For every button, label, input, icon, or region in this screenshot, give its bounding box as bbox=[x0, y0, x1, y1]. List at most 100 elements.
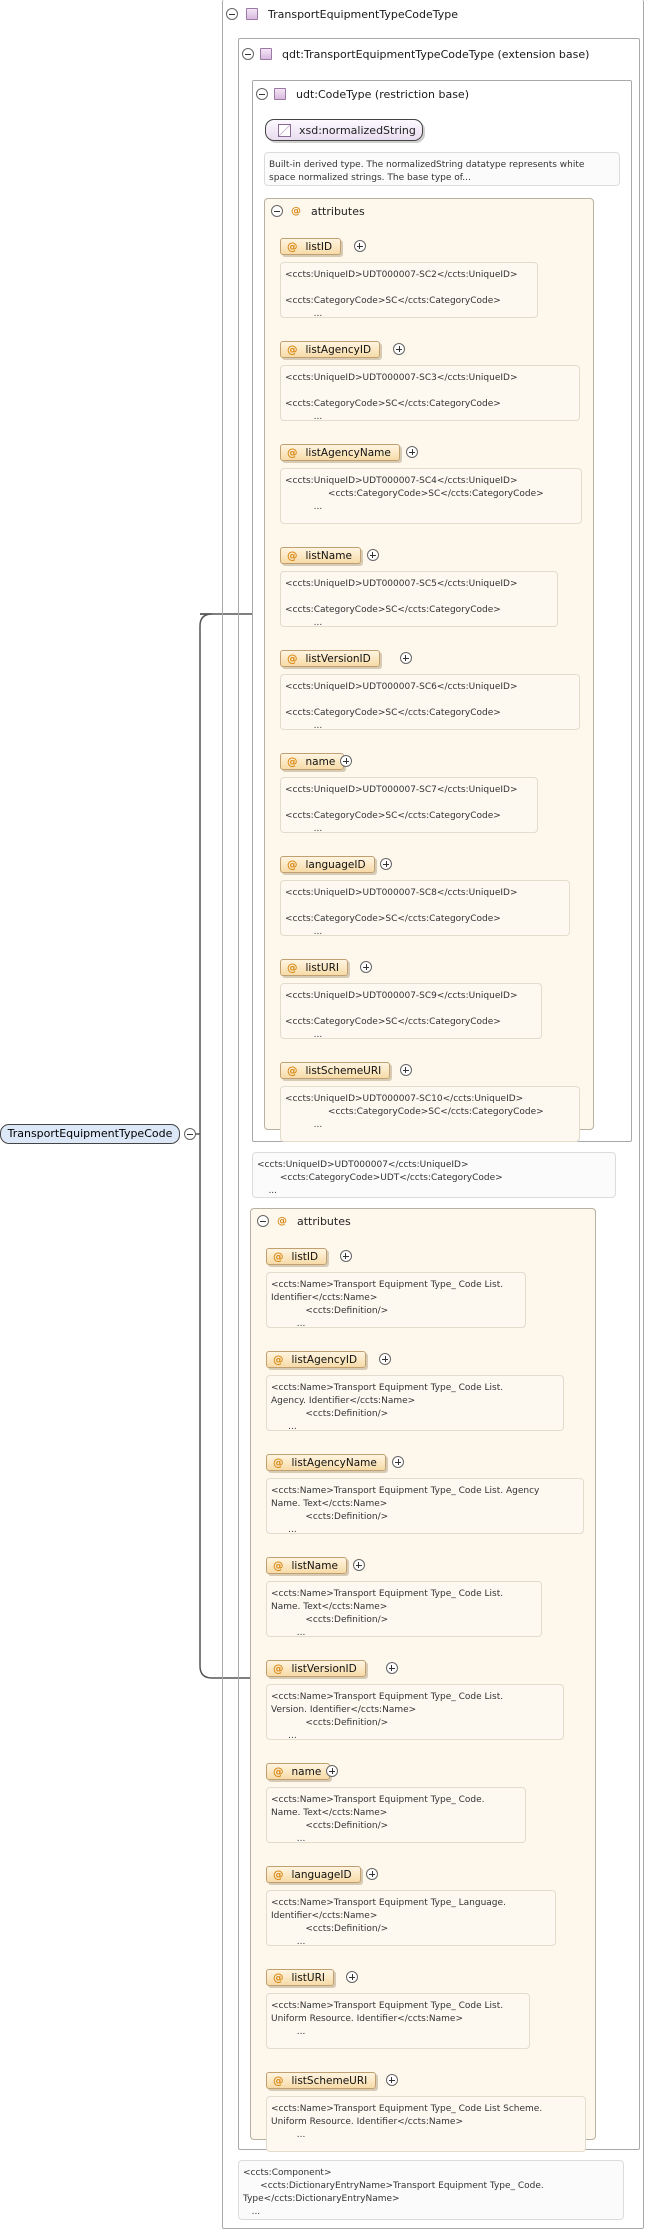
outer-attribute-listVersionID[interactable]: @ listVersionID bbox=[266, 1660, 366, 1677]
attribute-icon: @ bbox=[287, 446, 298, 459]
component-doc: <ccts:Component> <ccts:DictionaryEntryNa… bbox=[238, 2160, 624, 2220]
complex-type-collapse-toggle[interactable] bbox=[226, 8, 238, 20]
attribute-doc: <ccts:UniqueID>UDT000007-SC6</ccts:Uniqu… bbox=[280, 674, 580, 730]
attribute-doc: <ccts:Name>Transport Equipment Type_ Cod… bbox=[266, 1684, 564, 1740]
attribute-doc: <ccts:Name>Transport Equipment Type_ Cod… bbox=[266, 1375, 564, 1431]
outer-attribute-languageID[interactable]: @ languageID bbox=[266, 1866, 361, 1883]
attribute-doc: <ccts:UniqueID>UDT000007-SC7</ccts:Uniqu… bbox=[280, 777, 538, 833]
restriction-header: udt:CodeType (restriction base) bbox=[274, 86, 469, 102]
attribute-doc: <ccts:Name>Transport Equipment Type_ Cod… bbox=[266, 2096, 586, 2152]
attribute-doc: <ccts:Name>Transport Equipment Type_ Cod… bbox=[266, 1272, 526, 1328]
attribute-icon: @ bbox=[273, 1456, 284, 1469]
complex-type-icon bbox=[246, 8, 258, 20]
attribute-icon: @ bbox=[287, 961, 298, 974]
attribute-name: name bbox=[305, 755, 336, 768]
attribute-name: listAgencyName bbox=[305, 446, 391, 459]
outer-attribute-listURI[interactable]: @ listURI bbox=[266, 1969, 334, 1986]
attribute-name: listSchemeURI bbox=[305, 1064, 382, 1077]
extension-doc: <ccts:UniqueID>UDT000007</ccts:UniqueID>… bbox=[252, 1152, 616, 1198]
inner-attribute-listAgencyName[interactable]: @ listAgencyName bbox=[280, 444, 400, 461]
attribute-expand-toggle[interactable] bbox=[385, 2074, 398, 2086]
attribute-doc: <ccts:UniqueID>UDT000007-SC2</ccts:Uniqu… bbox=[280, 262, 538, 318]
attribute-expand-toggle[interactable] bbox=[399, 652, 412, 664]
attribute-doc: <ccts:UniqueID>UDT000007-SC3</ccts:Uniqu… bbox=[280, 365, 580, 421]
inner-attribute-name[interactable]: @ name bbox=[280, 753, 345, 770]
outer-attribute-listName[interactable]: @ listName bbox=[266, 1557, 347, 1574]
attribute-name: listVersionID bbox=[291, 1662, 357, 1675]
attribute-doc: <ccts:UniqueID>UDT000007-SC8</ccts:Uniqu… bbox=[280, 880, 570, 936]
outer-attribute-listID[interactable]: @ listID bbox=[266, 1248, 328, 1265]
attribute-icon: @ bbox=[273, 1662, 284, 1675]
inner-attribute-languageID[interactable]: @ languageID bbox=[280, 856, 375, 873]
outer-attribute-name[interactable]: @ name bbox=[266, 1763, 331, 1780]
attribute-doc: <ccts:UniqueID>UDT000007-SC10</ccts:Uniq… bbox=[280, 1086, 580, 1142]
inner-attribute-listID[interactable]: @ listID bbox=[280, 238, 342, 255]
attribute-expand-toggle[interactable] bbox=[339, 1250, 352, 1262]
outer-attributes-label: attributes bbox=[297, 1215, 351, 1228]
attribute-name: listAgencyID bbox=[291, 1353, 358, 1366]
attribute-icon: @ bbox=[273, 1353, 284, 1366]
attribute-name: languageID bbox=[291, 1868, 352, 1881]
attribute-doc: <ccts:UniqueID>UDT000007-SC4</ccts:Uniqu… bbox=[280, 468, 582, 524]
attribute-icon: @ bbox=[287, 240, 298, 253]
attribute-name: listName bbox=[291, 1559, 338, 1572]
attribute-icon: @ bbox=[273, 1559, 284, 1572]
attribute-expand-toggle[interactable] bbox=[399, 1064, 412, 1076]
attribute-icon: @ bbox=[273, 1765, 284, 1778]
inner-attribute-listSchemeURI[interactable]: @ listSchemeURI bbox=[280, 1062, 391, 1079]
attribute-icon: @ bbox=[273, 1250, 284, 1263]
restriction-type-icon bbox=[274, 88, 286, 100]
attribute-name: languageID bbox=[305, 858, 366, 871]
attribute-expand-toggle[interactable] bbox=[366, 549, 379, 561]
restriction-label: udt:CodeType (restriction base) bbox=[296, 87, 469, 101]
attribute-name: listAgencyID bbox=[305, 343, 372, 356]
simple-type-icon bbox=[278, 123, 291, 137]
attribute-icon: @ bbox=[273, 2074, 284, 2087]
outer-attribute-listSchemeURI[interactable]: @ listSchemeURI bbox=[266, 2072, 377, 2089]
attribute-name: listURI bbox=[305, 961, 340, 974]
root-element-node[interactable]: TransportEquipmentTypeCode bbox=[0, 1124, 180, 1144]
inner-attribute-listAgencyID[interactable]: @ listAgencyID bbox=[280, 341, 381, 358]
root-collapse-toggle[interactable] bbox=[184, 1128, 196, 1140]
attribute-icon: @ bbox=[287, 858, 298, 871]
attribute-expand-toggle[interactable] bbox=[385, 1662, 398, 1674]
outer-attribute-listAgencyID[interactable]: @ listAgencyID bbox=[266, 1351, 367, 1368]
inner-attributes-label: attributes bbox=[311, 205, 365, 218]
attribute-name: name bbox=[291, 1765, 322, 1778]
xsd-type-doc: Built-in derived type. The normalizedStr… bbox=[264, 152, 620, 186]
attribute-group-icon: @ bbox=[277, 1216, 287, 1227]
attribute-name: listURI bbox=[291, 1971, 326, 1984]
attribute-expand-toggle[interactable] bbox=[353, 240, 366, 252]
xsd-type-node[interactable]: xsd:normalizedString bbox=[265, 119, 423, 141]
attribute-icon: @ bbox=[287, 652, 298, 665]
inner-attribute-listURI[interactable]: @ listURI bbox=[280, 959, 348, 976]
attribute-name: listName bbox=[305, 549, 352, 562]
extension-header: qdt:TransportEquipmentTypeCodeType (exte… bbox=[260, 46, 589, 62]
attribute-expand-toggle[interactable] bbox=[380, 858, 392, 870]
attribute-doc: <ccts:Name>Transport Equipment Type_ Cod… bbox=[266, 1581, 542, 1637]
attribute-name: listID bbox=[291, 1250, 319, 1263]
inner-attributes-header: @ attributes bbox=[271, 205, 365, 218]
attribute-icon: @ bbox=[287, 1064, 298, 1077]
attribute-doc: <ccts:UniqueID>UDT000007-SC5</ccts:Uniqu… bbox=[280, 571, 558, 627]
inner-attribute-listVersionID[interactable]: @ listVersionID bbox=[280, 650, 380, 667]
complex-type-label: TransportEquipmentTypeCodeType bbox=[268, 7, 459, 21]
attribute-doc: <ccts:Name>Transport Equipment Type_ Cod… bbox=[266, 1993, 530, 2049]
attribute-expand-toggle[interactable] bbox=[366, 1868, 378, 1880]
attribute-icon: @ bbox=[287, 755, 298, 768]
outer-attributes-collapse-toggle[interactable] bbox=[257, 1215, 269, 1227]
attribute-group-icon: @ bbox=[291, 206, 301, 217]
attribute-expand-toggle[interactable] bbox=[352, 1559, 365, 1571]
attribute-name: listVersionID bbox=[305, 652, 371, 665]
extension-collapse-toggle[interactable] bbox=[242, 48, 254, 60]
attribute-doc: <ccts:Name>Transport Equipment Type_ Lan… bbox=[266, 1890, 556, 1946]
outer-attributes-header: @ attributes bbox=[257, 1215, 351, 1228]
restriction-collapse-toggle[interactable] bbox=[256, 88, 268, 100]
inner-attributes-collapse-toggle[interactable] bbox=[271, 205, 283, 217]
inner-attribute-listName[interactable]: @ listName bbox=[280, 547, 361, 564]
attribute-name: listAgencyName bbox=[291, 1456, 377, 1469]
outer-attribute-listAgencyName[interactable]: @ listAgencyName bbox=[266, 1454, 386, 1471]
extension-type-icon bbox=[260, 48, 272, 60]
attribute-name: listID bbox=[305, 240, 333, 253]
extension-label: qdt:TransportEquipmentTypeCodeType (exte… bbox=[282, 47, 590, 61]
